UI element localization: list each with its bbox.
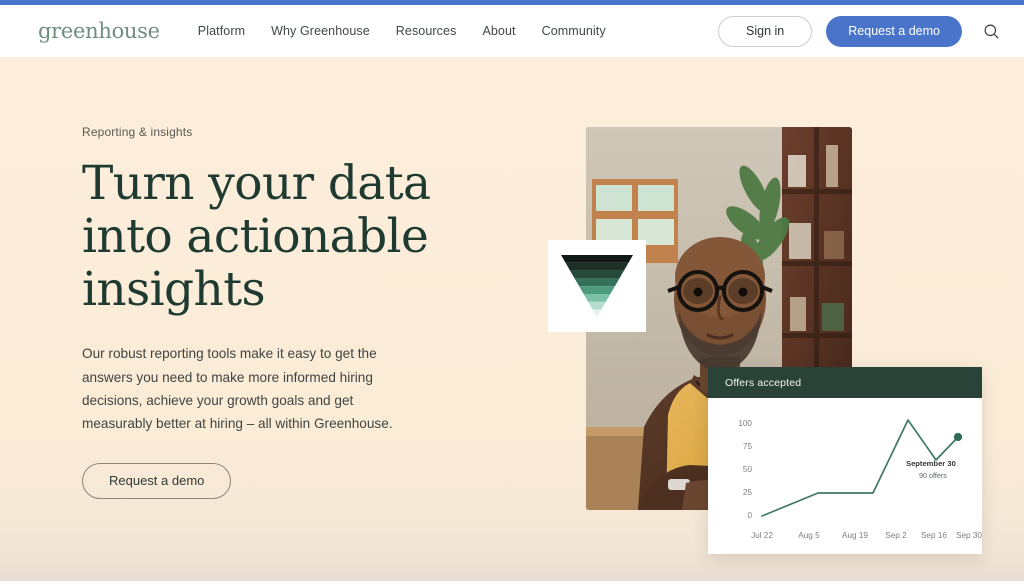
request-demo-button-hero[interactable]: Request a demo xyxy=(82,462,232,499)
nav-item-about[interactable]: About xyxy=(482,24,515,38)
chart-line xyxy=(761,419,959,517)
headline-line-2: into actionable xyxy=(82,209,429,265)
x-tick-sep-30: Sep 30 xyxy=(956,531,982,540)
headline-line-3: insights xyxy=(82,262,266,318)
chart-plot-area: 100 75 50 25 0 September 30 90 offers Ju… xyxy=(708,398,982,554)
y-tick-50: 50 xyxy=(743,465,753,474)
chart-card-header: Offers accepted xyxy=(708,367,982,398)
x-tick-aug-19: Aug 19 xyxy=(842,531,868,540)
chart-annotation-title: September 30 xyxy=(906,459,956,468)
sign-in-button[interactable]: Sign in xyxy=(718,15,813,47)
y-tick-0: 0 xyxy=(747,511,752,520)
line-chart: 100 75 50 25 0 September 30 90 offers Ju… xyxy=(738,419,982,540)
chart-end-point-marker xyxy=(953,432,963,442)
request-demo-button-nav[interactable]: Request a demo xyxy=(826,15,962,47)
hero-section: Reporting & insights Turn your data into… xyxy=(0,57,1024,581)
y-tick-100: 100 xyxy=(738,419,752,428)
offers-accepted-chart-card: Offers accepted 100 75 50 25 0 September… xyxy=(708,367,982,554)
search-icon xyxy=(984,24,999,39)
search-button[interactable] xyxy=(978,18,1004,44)
nav-item-resources[interactable]: Resources xyxy=(396,24,457,38)
x-tick-sep-16: Sep 16 xyxy=(921,531,947,540)
greenhouse-triangle-logo-icon xyxy=(561,255,633,317)
greenhouse-logo[interactable]: greenhouse xyxy=(38,19,160,43)
x-tick-sep-2: Sep 2 xyxy=(885,531,907,540)
nav-item-community[interactable]: Community xyxy=(542,24,606,38)
hero-text-column: Reporting & insights Turn your data into… xyxy=(82,125,502,499)
x-tick-jul-22: Jul 22 xyxy=(751,531,773,540)
nav-links: Platform Why Greenhouse Resources About … xyxy=(198,24,606,38)
x-tick-aug-5: Aug 5 xyxy=(798,531,820,540)
headline-line-1: Turn your data xyxy=(82,156,431,211)
hero-eyebrow: Reporting & insights xyxy=(82,125,193,139)
chart-title: Offers accepted xyxy=(725,376,802,389)
y-tick-25: 25 xyxy=(743,488,753,497)
hero-body-text: Our robust reporting tools make it easy … xyxy=(82,346,393,432)
hero-headline: Turn your data into actionable insights xyxy=(82,157,502,316)
nav-item-why-greenhouse[interactable]: Why Greenhouse xyxy=(271,24,370,38)
greenhouse-logo-badge xyxy=(548,240,646,332)
nav-item-platform[interactable]: Platform xyxy=(198,24,245,38)
main-navigation: greenhouse Platform Why Greenhouse Resou… xyxy=(0,5,1024,57)
chart-annotation-subtitle: 90 offers xyxy=(919,471,947,480)
nav-actions: Sign in Request a demo xyxy=(718,15,1004,47)
y-tick-75: 75 xyxy=(743,442,753,451)
page-root: greenhouse Platform Why Greenhouse Resou… xyxy=(0,0,1024,581)
